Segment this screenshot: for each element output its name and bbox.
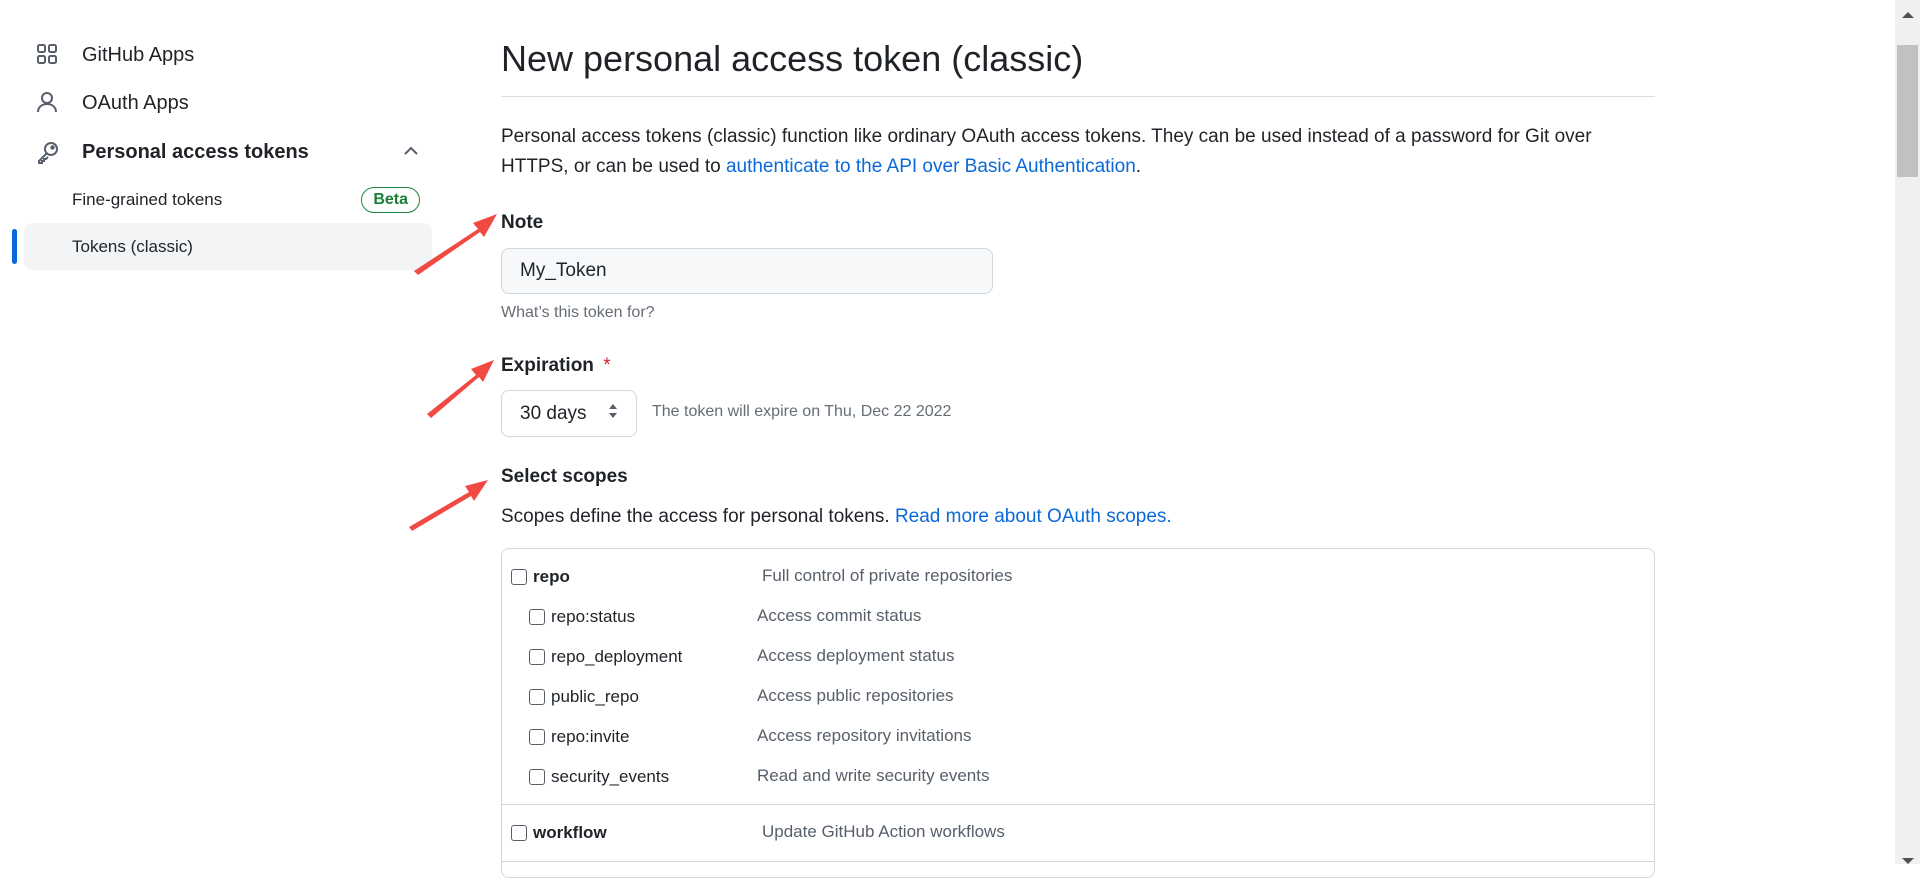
arrow-icon [414,214,497,275]
scrollbar-thumb[interactable] [1897,45,1918,177]
arrow-icon [409,480,488,531]
scroll-up-icon[interactable] [1902,5,1914,23]
scroll-down-icon[interactable] [1902,851,1914,869]
arrow-icon [427,360,494,418]
annotation-arrows [409,214,497,531]
